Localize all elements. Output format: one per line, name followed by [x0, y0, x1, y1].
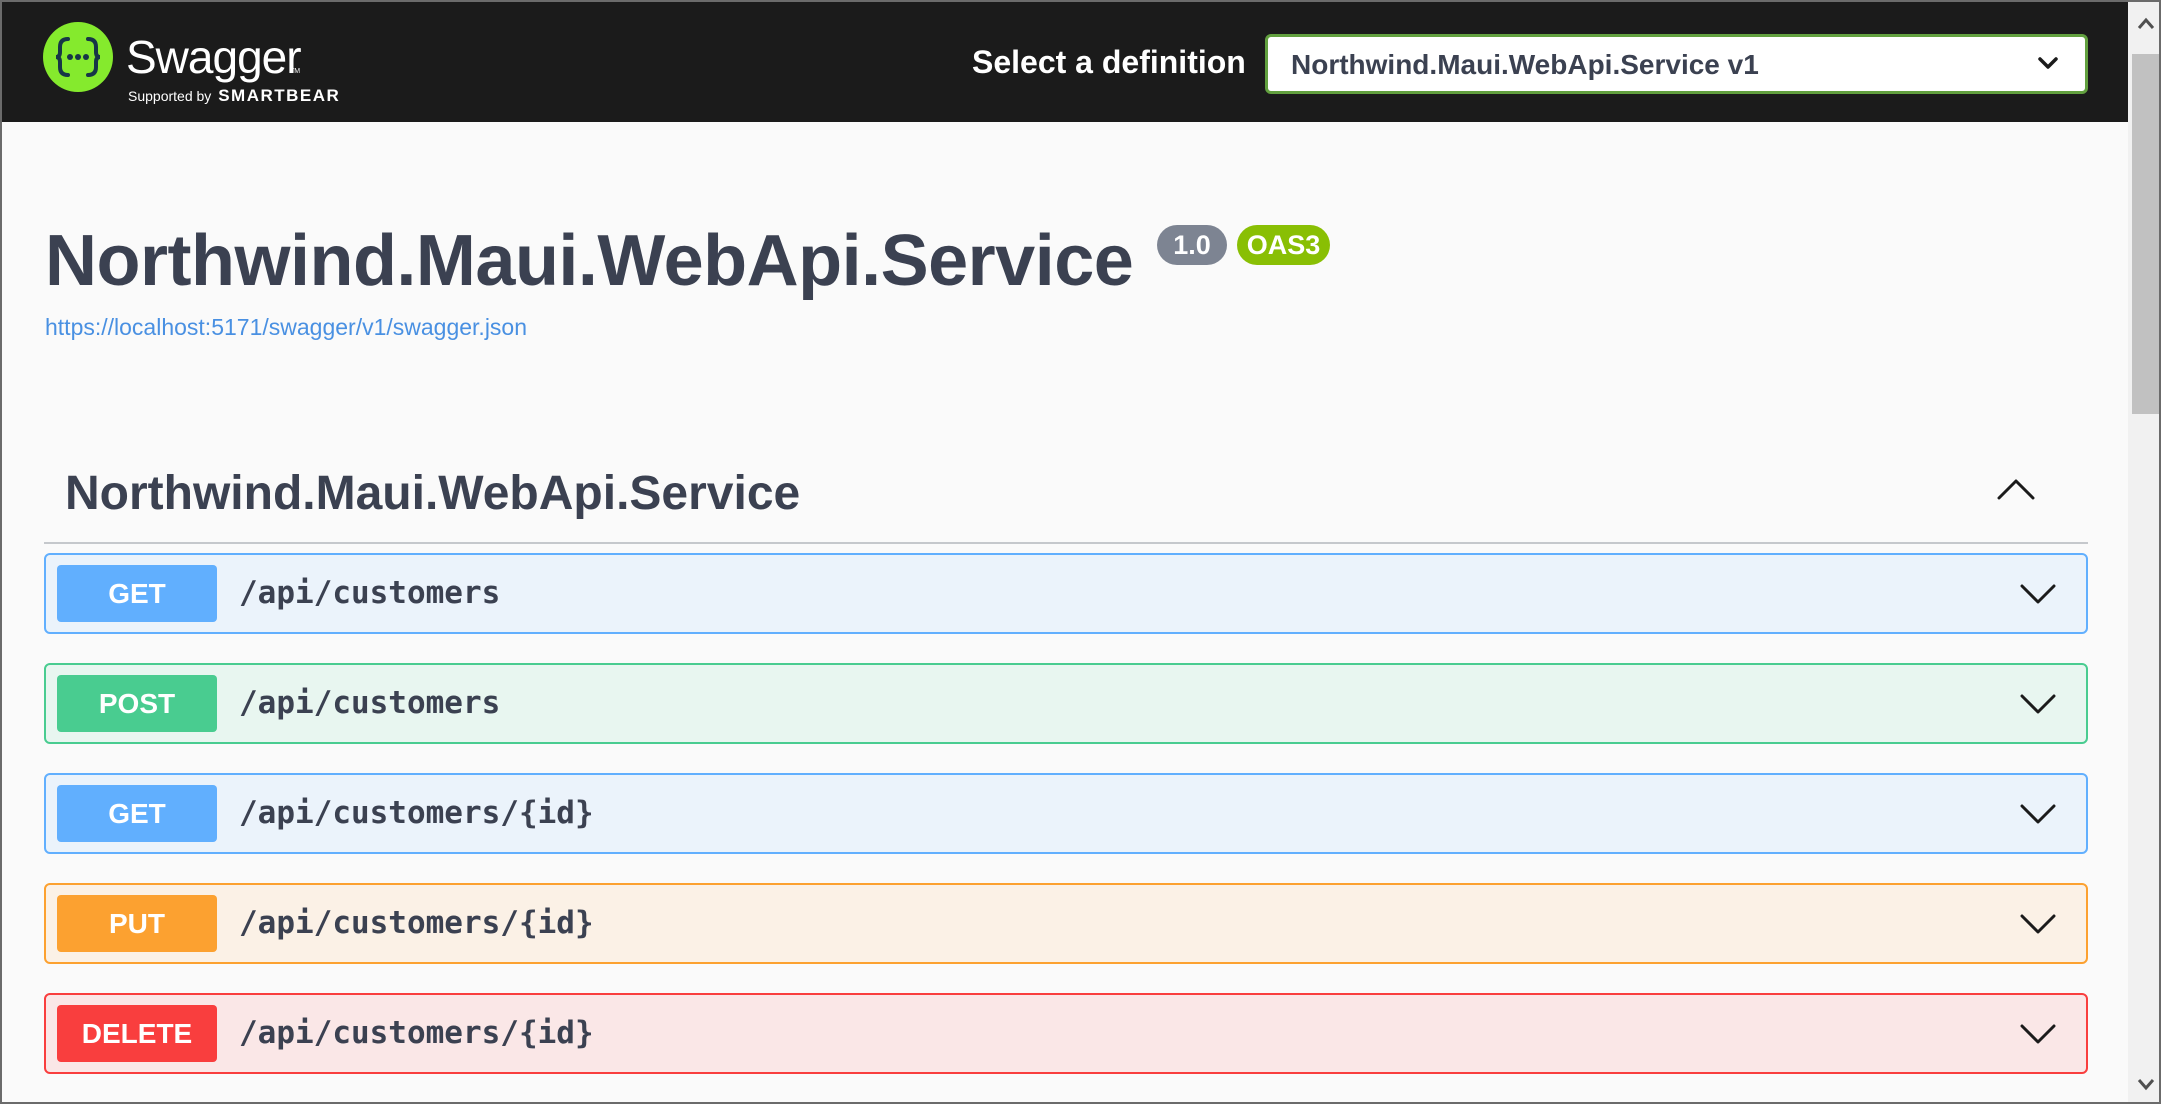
- chevron-down-icon[interactable]: [2019, 691, 2057, 717]
- operation-path: /api/customers/{id}: [239, 795, 594, 831]
- operation-path: /api/customers: [239, 685, 501, 721]
- method-badge: DELETE: [57, 1005, 217, 1062]
- api-title: Northwind.Maui.WebApi.Service: [45, 221, 1134, 301]
- brand-subtitle: Supported by SMARTBEAR: [128, 86, 340, 106]
- method-badge: POST: [57, 675, 217, 732]
- method-badge: GET: [57, 785, 217, 842]
- method-badge: PUT: [57, 895, 217, 952]
- swagger-logo-icon[interactable]: [43, 22, 113, 92]
- method-badge: GET: [57, 565, 217, 622]
- scroll-down-arrow-icon[interactable]: [2136, 1076, 2156, 1092]
- chevron-down-icon[interactable]: [2019, 581, 2057, 607]
- chevron-up-icon[interactable]: [1996, 476, 2036, 502]
- scroll-up-arrow-icon[interactable]: [2136, 16, 2156, 32]
- tag-name: Northwind.Maui.WebApi.Service: [65, 467, 801, 520]
- operation-get-customers[interactable]: GET /api/customers: [44, 553, 2088, 634]
- tag-section-header[interactable]: Northwind.Maui.WebApi.Service: [44, 442, 2088, 544]
- definition-select-label: Select a definition: [972, 44, 1246, 80]
- operation-path: /api/customers/{id}: [239, 905, 594, 941]
- spec-url-link[interactable]: https://localhost:5171/swagger/v1/swagge…: [45, 314, 527, 341]
- brand-name: Swagger: [126, 31, 302, 83]
- definition-select-value: Northwind.Maui.WebApi.Service v1: [1291, 49, 1759, 80]
- chevron-down-icon[interactable]: [2019, 1021, 2057, 1047]
- chevron-down-icon[interactable]: [2019, 911, 2057, 937]
- operation-delete-customer-by-id[interactable]: DELETE /api/customers/{id}: [44, 993, 2088, 1074]
- chevron-down-icon[interactable]: [2019, 801, 2057, 827]
- top-bar: Swagger TM Supported by SMARTBEAR Select…: [2, 2, 2128, 122]
- scrollbar-thumb[interactable]: [2132, 54, 2159, 414]
- braces-glyph: [55, 37, 101, 77]
- operation-put-customer-by-id[interactable]: PUT /api/customers/{id}: [44, 883, 2088, 964]
- operation-path: /api/customers/{id}: [239, 1015, 594, 1051]
- version-badge: 1.0: [1157, 225, 1227, 265]
- operation-path: /api/customers: [239, 575, 501, 611]
- definition-select[interactable]: Northwind.Maui.WebApi.Service v1: [1265, 34, 2088, 94]
- browser-frame: Swagger TM Supported by SMARTBEAR Select…: [0, 0, 2161, 1104]
- operation-get-customer-by-id[interactable]: GET /api/customers/{id}: [44, 773, 2088, 854]
- chevron-down-icon: [2038, 57, 2058, 69]
- brand-company: SMARTBEAR: [218, 86, 341, 105]
- brand-sub-text: Supported by: [128, 88, 212, 104]
- oas-badge: OAS3: [1237, 225, 1330, 265]
- trademark-mark: TM: [290, 68, 301, 75]
- operation-post-customers[interactable]: POST /api/customers: [44, 663, 2088, 744]
